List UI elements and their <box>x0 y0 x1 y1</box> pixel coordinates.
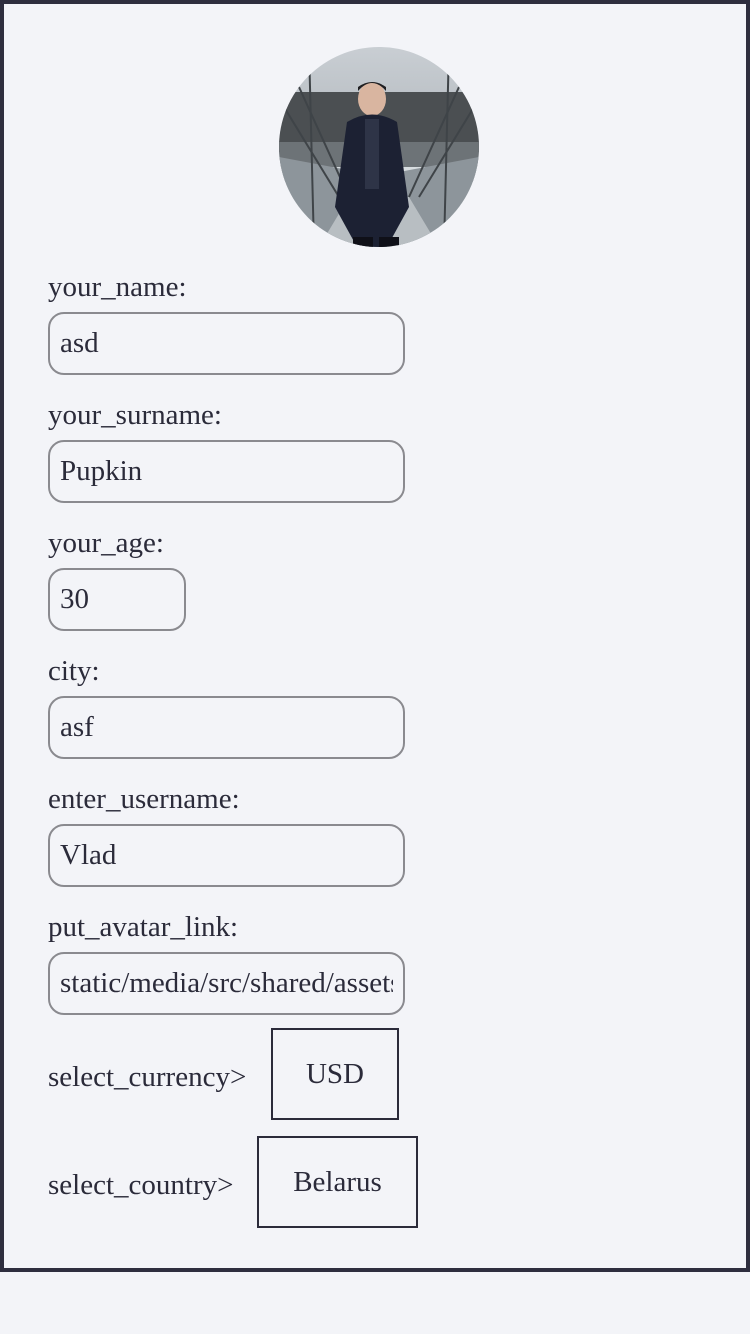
age-label: your_age: <box>48 527 164 559</box>
name-label: your_name: <box>48 271 187 303</box>
avatar <box>279 47 479 247</box>
age-input[interactable] <box>48 568 186 631</box>
avatar-link-input[interactable] <box>48 952 405 1015</box>
country-select[interactable]: Belarus <box>257 1136 418 1228</box>
city-label: city: <box>48 655 100 687</box>
avatar-link-label: put_avatar_link: <box>48 911 239 943</box>
surname-input[interactable] <box>48 440 405 503</box>
city-input[interactable] <box>48 696 405 759</box>
country-label: select_country> <box>48 1169 234 1201</box>
username-input[interactable] <box>48 824 405 887</box>
avatar-image <box>279 47 479 247</box>
surname-label: your_surname: <box>48 399 222 431</box>
username-label: enter_username: <box>48 783 240 815</box>
profile-form-card: your_name: your_surname: your_age: city:… <box>0 0 750 1272</box>
name-input[interactable] <box>48 312 405 375</box>
currency-label: select_currency> <box>48 1061 247 1093</box>
country-selected-value: Belarus <box>293 1165 382 1198</box>
currency-select[interactable]: USD <box>271 1028 399 1120</box>
currency-selected-value: USD <box>305 1057 364 1090</box>
